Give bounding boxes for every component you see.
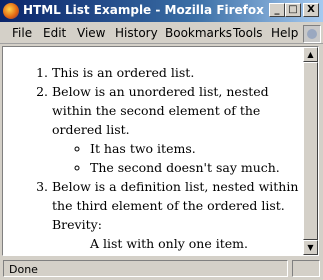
maximize-button[interactable]: □ xyxy=(285,3,301,17)
status-text: Done xyxy=(3,260,288,277)
menu-bookmarks[interactable]: Bookmarks xyxy=(165,26,232,40)
ordered-list-item-text: Below is an unordered list, nested withi… xyxy=(52,84,269,137)
close-button[interactable]: X xyxy=(303,3,319,17)
menu-file[interactable]: File xyxy=(12,26,32,40)
menu-edit[interactable]: Edit xyxy=(43,26,66,40)
ordered-list-item-3: Below is a definition list, nested withi… xyxy=(52,177,303,253)
menu-bar: File Edit View History Bookmarks Tools H… xyxy=(0,22,323,44)
definition-description: A list with only one item. xyxy=(90,236,248,251)
unordered-list-item: It has two items. xyxy=(90,139,303,158)
content-frame: This is an ordered list. Below is an uno… xyxy=(2,46,319,256)
ordered-list-item-text: Below is a definition list, nested withi… xyxy=(52,179,299,213)
scroll-down-icon[interactable]: ▼ xyxy=(303,240,318,255)
unordered-list: It has two items. The second doesn't say… xyxy=(52,139,303,177)
page-content: This is an ordered list. Below is an uno… xyxy=(3,47,303,255)
ordered-list-item-text: This is an ordered list. xyxy=(52,65,195,80)
menu-history[interactable]: History xyxy=(115,26,158,40)
window-title: HTML List Example - Mozilla Firefox xyxy=(23,3,264,17)
menu-tools[interactable]: Tools xyxy=(233,26,263,40)
definition-term: Brevity: xyxy=(52,217,102,232)
minimize-button[interactable]: _ xyxy=(269,3,285,17)
menu-view[interactable]: View xyxy=(77,26,105,40)
ordered-list-item-2: Below is an unordered list, nested withi… xyxy=(52,82,303,177)
globe-icon xyxy=(307,29,317,39)
vertical-scrollbar[interactable]: ▲ ▼ xyxy=(303,47,318,255)
throbber-icon xyxy=(303,25,321,43)
scrollbar-thumb[interactable] xyxy=(303,62,318,240)
firefox-icon[interactable] xyxy=(3,3,19,19)
ordered-list-item-1: This is an ordered list. xyxy=(52,63,303,82)
status-bar: Done xyxy=(0,258,323,280)
unordered-list-item: The second doesn't say much. xyxy=(90,158,303,177)
ordered-list: This is an ordered list. Below is an uno… xyxy=(3,63,303,253)
scroll-up-icon[interactable]: ▲ xyxy=(303,47,318,62)
title-bar[interactable]: HTML List Example - Mozilla Firefox _ □ … xyxy=(0,0,323,22)
status-panel xyxy=(292,260,320,277)
definition-list: Brevity: A list with only one item. xyxy=(52,215,303,253)
browser-window: HTML List Example - Mozilla Firefox _ □ … xyxy=(0,0,323,280)
menu-help[interactable]: Help xyxy=(271,26,298,40)
